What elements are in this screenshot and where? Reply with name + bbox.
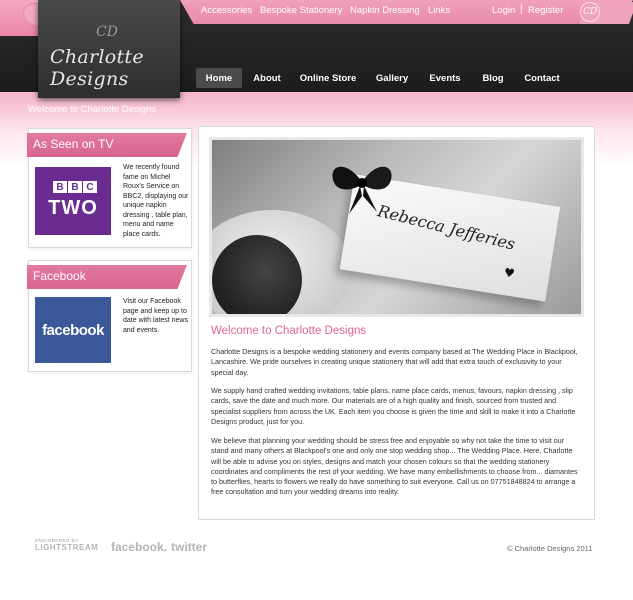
nav-home[interactable]: Home bbox=[196, 68, 242, 88]
bbc-letter: B bbox=[68, 181, 82, 193]
top-link-bespoke-stationery[interactable]: Bespoke Stationery bbox=[260, 5, 342, 16]
bbc-two-text: TWO bbox=[48, 197, 98, 219]
tv-panel: As Seen on TV B B C TWO We recently foun… bbox=[27, 128, 192, 248]
intro-paragraph: Charlotte Designs is a bespoke wedding s… bbox=[211, 347, 578, 377]
facebook-footer-logo[interactable]: facebook. bbox=[111, 540, 167, 554]
nav-blog[interactable]: Blog bbox=[476, 68, 510, 88]
black-bow-icon bbox=[332, 166, 392, 214]
page-title: Welcome to Charlotte Designs bbox=[211, 325, 367, 337]
twitter-footer-logo[interactable]: twitter bbox=[171, 540, 207, 554]
register-link[interactable]: Register bbox=[528, 5, 563, 16]
facebook-panel: Facebook facebook Visit our Facebook pag… bbox=[27, 260, 192, 372]
tv-panel-title: As Seen on TV bbox=[27, 133, 187, 157]
main-content: Rebecca Jefferies ♥ Welcome to Charlotte… bbox=[198, 126, 595, 520]
bbc-letter: C bbox=[83, 181, 97, 193]
nav-events[interactable]: Events bbox=[424, 68, 466, 88]
logo-monogram: CD bbox=[96, 24, 118, 40]
bbc-letter: B bbox=[53, 181, 67, 193]
monogram-icon: CD bbox=[580, 2, 600, 22]
bbc-two-logo[interactable]: B B C TWO bbox=[35, 167, 111, 235]
welcome-bar: Welcome to Charlotte Designs bbox=[28, 104, 157, 115]
facebook-logo[interactable]: facebook bbox=[35, 297, 111, 363]
copyright: © Charlotte Designs 2011 bbox=[507, 544, 593, 553]
heart-icon: ♥ bbox=[503, 265, 516, 281]
nav-about[interactable]: About bbox=[246, 68, 288, 88]
top-link-links[interactable]: Links bbox=[428, 5, 450, 16]
lightstream-logo[interactable]: LIGHTSTREAM bbox=[35, 543, 98, 552]
site-logo[interactable]: Charlotte Designs bbox=[50, 46, 175, 90]
facebook-panel-title: Facebook bbox=[27, 265, 187, 289]
top-link-napkin-dressing[interactable]: Napkin Dressing bbox=[350, 5, 420, 16]
dark-plate bbox=[212, 235, 302, 314]
login-link[interactable]: Login bbox=[492, 5, 515, 16]
top-link-accessories[interactable]: Accessories bbox=[201, 5, 252, 16]
nav-online-store[interactable]: Online Store bbox=[296, 68, 360, 88]
hero-photo: Rebecca Jefferies ♥ bbox=[209, 137, 584, 317]
facebook-panel-text: Visit our Facebook page and keep up to d… bbox=[123, 298, 188, 334]
nav-gallery[interactable]: Gallery bbox=[370, 68, 414, 88]
nav-contact[interactable]: Contact bbox=[520, 68, 564, 88]
separator: | bbox=[520, 4, 523, 15]
supply-paragraph: We supply hand crafted wedding invitatio… bbox=[211, 386, 576, 426]
planning-paragraph: We believe that planning your wedding sh… bbox=[211, 436, 578, 497]
tv-panel-text: We recently found fame on Michel Roux's … bbox=[123, 164, 189, 238]
